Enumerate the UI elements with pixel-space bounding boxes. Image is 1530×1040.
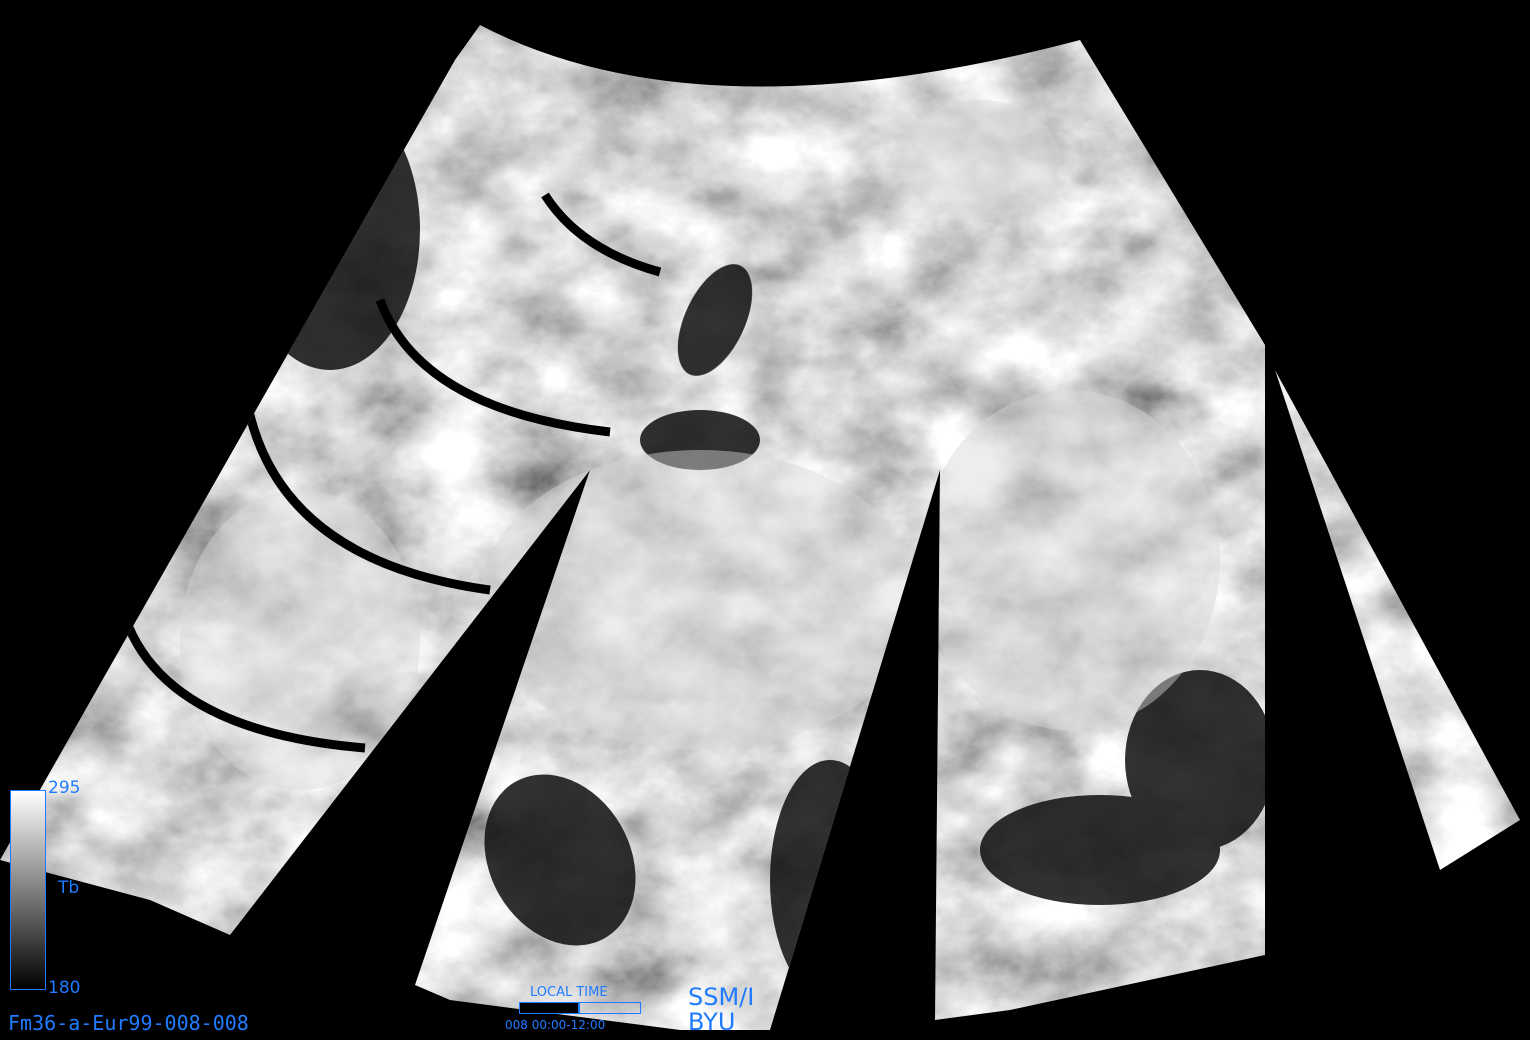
colorbar-variable-label: Tb xyxy=(58,878,80,898)
colorbar-min-label: 180 xyxy=(48,978,81,998)
local-time-label: LOCAL TIME xyxy=(530,985,608,1000)
brightness-temperature-map xyxy=(0,25,1520,1030)
ssmi-swath-coverage xyxy=(0,25,1520,1030)
local-time-bar-fill xyxy=(520,1003,580,1013)
colorbar-max-label: 295 xyxy=(48,778,81,798)
local-time-range: 008 00:00-12:00 xyxy=(505,1018,606,1032)
local-time-bar xyxy=(519,1002,641,1014)
file-identifier: Fm36-a-Eur99-008-008 xyxy=(8,1011,249,1035)
organization-label: BYU xyxy=(688,1008,736,1036)
sensor-label: SSM/I xyxy=(688,983,755,1011)
colorbar xyxy=(10,790,46,990)
